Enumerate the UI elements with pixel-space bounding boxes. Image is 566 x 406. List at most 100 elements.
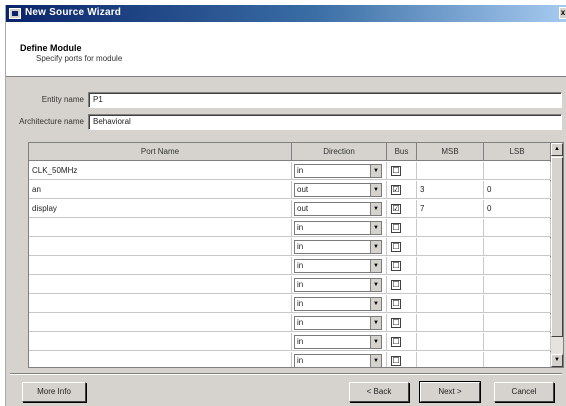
bus-checkbox[interactable]: ☑ bbox=[391, 204, 401, 214]
entity-name-input[interactable]: P1 bbox=[88, 92, 562, 108]
architecture-name-input[interactable]: Behavioral bbox=[88, 114, 562, 130]
port-cell[interactable] bbox=[29, 257, 292, 275]
lsb-cell[interactable] bbox=[484, 333, 551, 351]
bus-checkbox[interactable]: ☑ bbox=[391, 185, 401, 195]
bus-cell[interactable]: ☐ bbox=[387, 314, 417, 332]
direction-cell[interactable]: in ▼ bbox=[292, 219, 387, 237]
column-header-bus[interactable]: Bus bbox=[387, 143, 417, 161]
port-cell[interactable]: CLK_50MHz bbox=[29, 162, 292, 180]
direction-select[interactable]: in ▼ bbox=[294, 354, 382, 367]
bus-checkbox[interactable]: ☐ bbox=[391, 261, 401, 271]
port-cell[interactable]: display bbox=[29, 200, 292, 218]
direction-cell[interactable]: out ▼ bbox=[292, 200, 387, 218]
chevron-down-icon[interactable]: ▼ bbox=[370, 298, 381, 310]
bus-cell[interactable]: ☐ bbox=[387, 276, 417, 294]
bus-checkbox[interactable]: ☐ bbox=[391, 223, 401, 233]
bus-cell[interactable]: ☐ bbox=[387, 162, 417, 180]
direction-cell[interactable]: out ▼ bbox=[292, 181, 387, 199]
bus-cell[interactable]: ☑ bbox=[387, 181, 417, 199]
bus-cell[interactable]: ☐ bbox=[387, 295, 417, 313]
bus-cell[interactable]: ☐ bbox=[387, 257, 417, 275]
lsb-cell[interactable] bbox=[484, 162, 551, 180]
port-cell[interactable] bbox=[29, 352, 292, 367]
port-cell[interactable] bbox=[29, 276, 292, 294]
lsb-cell[interactable]: 0 bbox=[484, 181, 551, 199]
chevron-down-icon[interactable]: ▼ bbox=[370, 355, 381, 367]
port-cell[interactable] bbox=[29, 314, 292, 332]
direction-select[interactable]: in ▼ bbox=[294, 221, 382, 235]
chevron-down-icon[interactable]: ▼ bbox=[370, 317, 381, 329]
back-button[interactable]: < Back bbox=[349, 382, 409, 402]
direction-cell[interactable]: in ▼ bbox=[292, 333, 387, 351]
bus-checkbox[interactable]: ☐ bbox=[391, 356, 401, 366]
direction-cell[interactable]: in ▼ bbox=[292, 238, 387, 256]
column-header-port-name[interactable]: Port Name bbox=[29, 143, 292, 161]
bus-checkbox[interactable]: ☐ bbox=[391, 242, 401, 252]
more-info-button[interactable]: More Info bbox=[22, 382, 86, 402]
msb-cell[interactable] bbox=[417, 352, 484, 367]
close-icon[interactable]: x bbox=[559, 7, 566, 19]
chevron-down-icon[interactable]: ▼ bbox=[370, 184, 381, 196]
cancel-button[interactable]: Cancel bbox=[494, 382, 554, 402]
lsb-cell[interactable]: 0 bbox=[484, 200, 551, 218]
direction-select[interactable]: in ▼ bbox=[294, 316, 382, 330]
bus-checkbox[interactable]: ☐ bbox=[391, 280, 401, 290]
chevron-down-icon[interactable]: ▼ bbox=[370, 203, 381, 215]
lsb-cell[interactable] bbox=[484, 352, 551, 367]
port-cell[interactable] bbox=[29, 333, 292, 351]
msb-cell[interactable] bbox=[417, 295, 484, 313]
msb-cell[interactable] bbox=[417, 162, 484, 180]
lsb-cell[interactable] bbox=[484, 314, 551, 332]
port-cell[interactable] bbox=[29, 295, 292, 313]
msb-cell[interactable] bbox=[417, 257, 484, 275]
column-header-direction[interactable]: Direction bbox=[292, 143, 387, 161]
direction-cell[interactable]: in ▼ bbox=[292, 162, 387, 180]
lsb-cell[interactable] bbox=[484, 276, 551, 294]
direction-select[interactable]: in ▼ bbox=[294, 259, 382, 273]
lsb-cell[interactable] bbox=[484, 219, 551, 237]
scroll-up-icon[interactable]: ▲ bbox=[551, 143, 563, 156]
direction-select[interactable]: in ▼ bbox=[294, 297, 382, 311]
direction-cell[interactable]: in ▼ bbox=[292, 314, 387, 332]
direction-select[interactable]: in ▼ bbox=[294, 240, 382, 254]
msb-cell[interactable] bbox=[417, 333, 484, 351]
title-bar[interactable]: New Source Wizard x bbox=[6, 5, 566, 22]
direction-select[interactable]: in ▼ bbox=[294, 278, 382, 292]
bus-cell[interactable]: ☑ bbox=[387, 200, 417, 218]
direction-select[interactable]: in ▼ bbox=[294, 335, 382, 349]
bus-checkbox[interactable]: ☐ bbox=[391, 318, 401, 328]
port-cell[interactable]: an bbox=[29, 181, 292, 199]
bus-cell[interactable]: ☐ bbox=[387, 238, 417, 256]
bus-cell[interactable]: ☐ bbox=[387, 333, 417, 351]
direction-select[interactable]: out ▼ bbox=[294, 183, 382, 197]
msb-cell[interactable]: 3 bbox=[417, 181, 484, 199]
column-header-msb[interactable]: MSB bbox=[417, 143, 484, 161]
lsb-cell[interactable] bbox=[484, 257, 551, 275]
chevron-down-icon[interactable]: ▼ bbox=[370, 279, 381, 291]
next-button[interactable]: Next > bbox=[419, 381, 481, 403]
chevron-down-icon[interactable]: ▼ bbox=[370, 165, 381, 177]
direction-cell[interactable]: in ▼ bbox=[292, 276, 387, 294]
chevron-down-icon[interactable]: ▼ bbox=[370, 336, 381, 348]
bus-checkbox[interactable]: ☐ bbox=[391, 299, 401, 309]
scroll-thumb[interactable] bbox=[551, 157, 563, 337]
bus-checkbox[interactable]: ☐ bbox=[391, 337, 401, 347]
msb-cell[interactable]: 7 bbox=[417, 200, 484, 218]
bus-checkbox[interactable]: ☐ bbox=[391, 166, 401, 176]
chevron-down-icon[interactable]: ▼ bbox=[370, 241, 381, 253]
direction-select[interactable]: in ▼ bbox=[294, 164, 382, 178]
lsb-cell[interactable] bbox=[484, 295, 551, 313]
direction-cell[interactable]: in ▼ bbox=[292, 295, 387, 313]
direction-cell[interactable]: in ▼ bbox=[292, 257, 387, 275]
lsb-cell[interactable] bbox=[484, 238, 551, 256]
bus-cell[interactable]: ☐ bbox=[387, 352, 417, 367]
chevron-down-icon[interactable]: ▼ bbox=[370, 260, 381, 272]
bus-cell[interactable]: ☐ bbox=[387, 219, 417, 237]
chevron-down-icon[interactable]: ▼ bbox=[370, 222, 381, 234]
msb-cell[interactable] bbox=[417, 219, 484, 237]
vertical-scrollbar[interactable]: ▲ ▼ bbox=[550, 143, 563, 367]
msb-cell[interactable] bbox=[417, 238, 484, 256]
direction-select[interactable]: out ▼ bbox=[294, 202, 382, 216]
column-header-lsb[interactable]: LSB bbox=[484, 143, 551, 161]
scroll-down-icon[interactable]: ▼ bbox=[551, 354, 563, 367]
